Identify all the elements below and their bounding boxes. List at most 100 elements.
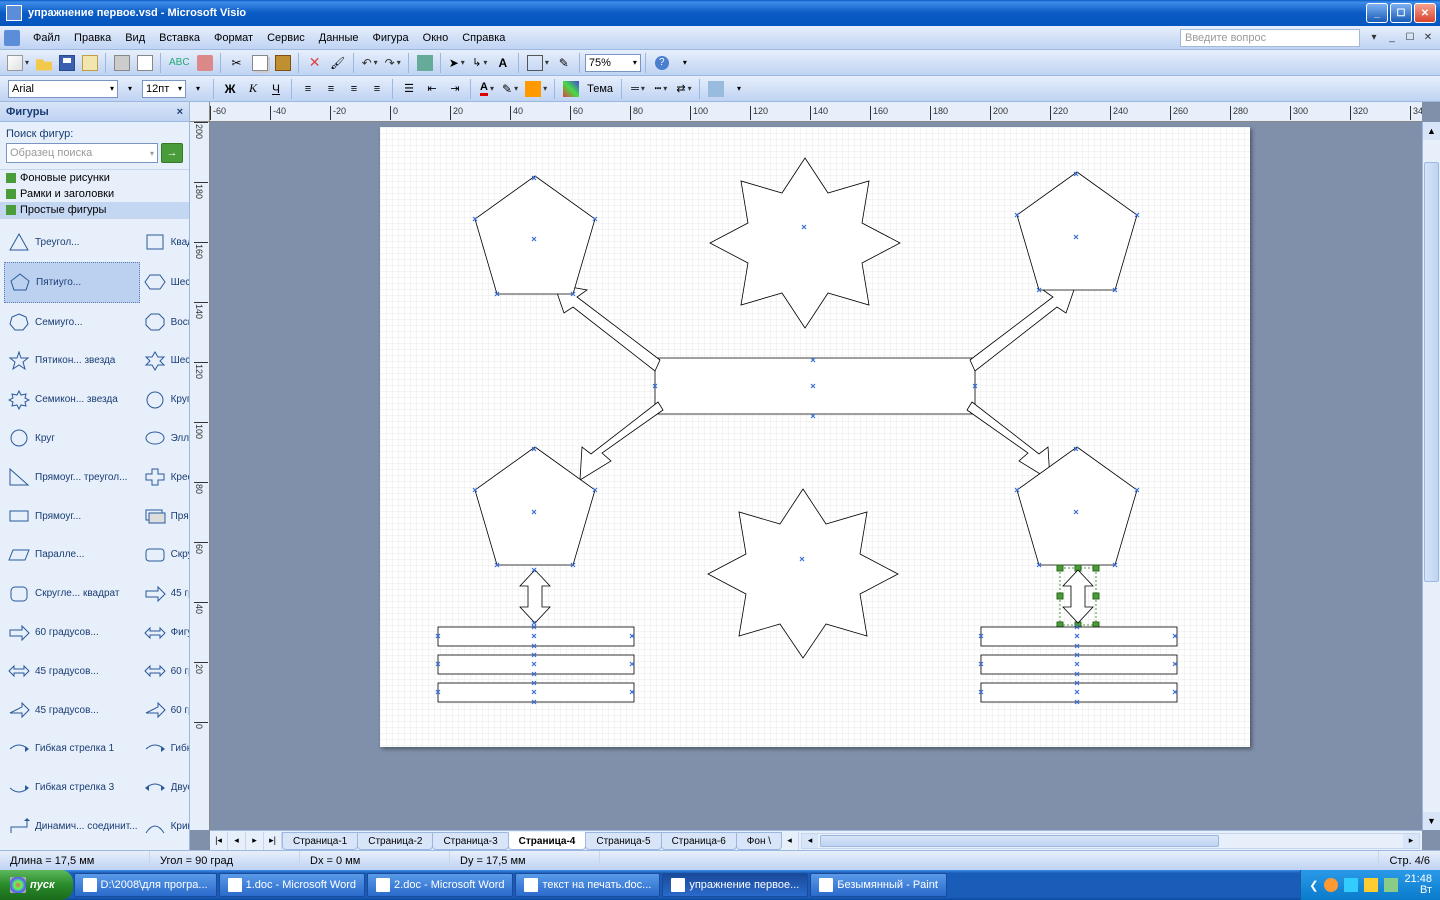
- research-button[interactable]: [194, 52, 216, 74]
- minimize-button[interactable]: _: [1366, 3, 1388, 23]
- align-left-button[interactable]: ≡: [297, 78, 319, 100]
- bullets-button[interactable]: ☰: [398, 78, 420, 100]
- font-combo[interactable]: Arial▾: [8, 80, 118, 98]
- shape-stencil-item[interactable]: 60 градусов...: [140, 691, 189, 730]
- format-painter-button[interactable]: 🖌: [327, 52, 349, 74]
- line-weight-button[interactable]: ═: [627, 78, 649, 100]
- page-tab[interactable]: Страница-2: [357, 832, 433, 850]
- stencil-row[interactable]: Простые фигуры: [0, 202, 189, 218]
- cut-button[interactable]: ✂: [226, 52, 248, 74]
- shape-stencil-item[interactable]: Гибкая стрелка 3: [4, 768, 140, 807]
- copy-button[interactable]: [249, 52, 271, 74]
- spelling-button[interactable]: ABC: [166, 52, 193, 74]
- increase-indent-button[interactable]: ⇥: [444, 78, 466, 100]
- stencil-row[interactable]: Фоновые рисунки: [0, 170, 189, 186]
- shape-stencil-item[interactable]: Треугол...: [4, 223, 140, 262]
- shape-stencil-item[interactable]: Прямоуг...: [4, 497, 140, 536]
- shape-stencil-item[interactable]: 45 градусов...: [4, 691, 140, 730]
- shape-stencil-item[interactable]: Восьмиуг...: [140, 303, 189, 342]
- scroll-right-icon[interactable]: ▸: [1403, 834, 1419, 848]
- taskbar-button[interactable]: упражнение первое...: [662, 873, 808, 897]
- taskbar-button[interactable]: 1.doc - Microsoft Word: [219, 873, 365, 897]
- menu-Справка[interactable]: Справка: [455, 29, 512, 47]
- shape-stencil-item[interactable]: Эллипс: [140, 419, 189, 458]
- shape-stencil-item[interactable]: Шестиуг...: [140, 262, 189, 303]
- drawing-area[interactable]: [210, 122, 1422, 830]
- shapes-window-button[interactable]: [414, 52, 436, 74]
- undo-button[interactable]: ↶: [359, 52, 381, 74]
- shape-stencil-item[interactable]: Пятиуго...: [4, 262, 140, 303]
- tray-icon[interactable]: [1344, 878, 1358, 892]
- shape-stencil-item[interactable]: Круг: [4, 419, 140, 458]
- menu-Данные[interactable]: Данные: [312, 29, 366, 47]
- shape-stencil-item[interactable]: Паралле...: [4, 536, 140, 575]
- page-tab[interactable]: Страница-5: [585, 832, 661, 850]
- text-tool-button[interactable]: A: [492, 52, 514, 74]
- shape-stencil-item[interactable]: Прямоуг... с тенью: [140, 497, 189, 536]
- toolbar-options-button[interactable]: ▾: [728, 78, 750, 100]
- decrease-indent-button[interactable]: ⇤: [421, 78, 443, 100]
- help-button[interactable]: ?: [651, 52, 673, 74]
- taskbar-button[interactable]: D:\2008\для програ...: [74, 873, 217, 897]
- delete-button[interactable]: ✕: [304, 52, 326, 74]
- bold-button[interactable]: Ж: [219, 78, 241, 100]
- page[interactable]: [380, 127, 1250, 747]
- zoom-combo[interactable]: 75%▾: [585, 54, 641, 72]
- first-page-button[interactable]: |◂: [210, 832, 228, 850]
- tray-icon[interactable]: [1384, 878, 1398, 892]
- pointer-tool-button[interactable]: ➤: [446, 52, 468, 74]
- horizontal-ruler[interactable]: -60-40-200204060801001201401601802002202…: [210, 102, 1422, 122]
- ink-button[interactable]: ✎: [553, 52, 575, 74]
- scroll-up-icon[interactable]: ▲: [1423, 122, 1440, 140]
- shape-stencil-item[interactable]: Кривая соедини...: [140, 807, 189, 846]
- taskbar-button[interactable]: Безымянный - Paint: [810, 873, 947, 897]
- tray-icon[interactable]: [1364, 878, 1378, 892]
- redo-button[interactable]: ↷: [382, 52, 404, 74]
- help-search-input[interactable]: Введите вопрос: [1180, 29, 1360, 47]
- last-page-button[interactable]: ▸|: [264, 832, 282, 850]
- shape-stencil-item[interactable]: Круг с перетаск...: [140, 380, 189, 419]
- clock[interactable]: 21:48Вт: [1404, 874, 1432, 896]
- email-button[interactable]: [79, 52, 101, 74]
- search-input[interactable]: Образец поиска▾: [6, 143, 158, 163]
- tray-collapse-icon[interactable]: ❮: [1309, 879, 1318, 892]
- shape-stencil-item[interactable]: Гибкая стрелка 1: [4, 730, 140, 769]
- shape-stencil-item[interactable]: Шестикон... звезда: [140, 341, 189, 380]
- scroll-left-icon[interactable]: ◂: [802, 834, 818, 848]
- drawing-tools-button[interactable]: [524, 52, 552, 74]
- doc-close-button[interactable]: ✕: [1420, 31, 1436, 45]
- align-center-button[interactable]: ≡: [320, 78, 342, 100]
- line-pattern-button[interactable]: ┅: [650, 78, 672, 100]
- shape-stencil-item[interactable]: Семиуго...: [4, 303, 140, 342]
- shape-stencil-item[interactable]: Семикон... звезда: [4, 380, 140, 419]
- theme-button[interactable]: [560, 78, 582, 100]
- taskbar-button[interactable]: текст на печать.doc...: [515, 873, 660, 897]
- shape-stencil-item[interactable]: Прямоуг... треугол...: [4, 458, 140, 497]
- menu-Фигура[interactable]: Фигура: [366, 29, 416, 47]
- menu-Окно[interactable]: Окно: [416, 29, 456, 47]
- close-button[interactable]: ✕: [1414, 3, 1436, 23]
- italic-button[interactable]: К: [242, 78, 264, 100]
- font-color-button[interactable]: A: [476, 78, 498, 100]
- shape-stencil-item[interactable]: 60 градусов...: [140, 652, 189, 691]
- doc-restore-button[interactable]: ☐: [1402, 31, 1418, 45]
- underline-button[interactable]: Ч: [265, 78, 287, 100]
- tab-scroll-left[interactable]: ◂: [781, 832, 799, 850]
- open-button[interactable]: [33, 52, 55, 74]
- hscrollbar-thumb[interactable]: [820, 835, 1219, 847]
- print-preview-button[interactable]: [134, 52, 156, 74]
- menu-Правка[interactable]: Правка: [67, 29, 118, 47]
- align-right-button[interactable]: ≡: [343, 78, 365, 100]
- vertical-ruler[interactable]: 200180160140120100806040200: [190, 122, 210, 830]
- autoconnect-button[interactable]: [705, 78, 727, 100]
- new-button[interactable]: [4, 52, 32, 74]
- menu-Вид[interactable]: Вид: [118, 29, 152, 47]
- shape-stencil-item[interactable]: 60 градусов...: [4, 613, 140, 652]
- shape-stencil-item[interactable]: Пятикон... звезда: [4, 341, 140, 380]
- vertical-scrollbar[interactable]: ▲ ▼: [1422, 122, 1440, 830]
- shape-stencil-item[interactable]: Квадрат: [140, 223, 189, 262]
- toolbar-options-button[interactable]: ▾: [674, 52, 696, 74]
- tray-icon[interactable]: [1324, 878, 1338, 892]
- page-tab[interactable]: Страница-1: [282, 832, 358, 850]
- taskbar-button[interactable]: 2.doc - Microsoft Word: [367, 873, 513, 897]
